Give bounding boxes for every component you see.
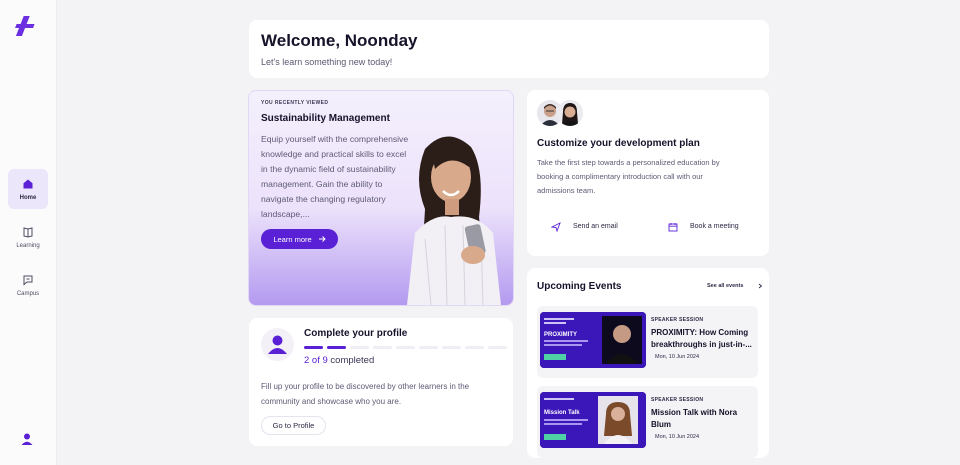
progress-segment [327, 346, 346, 349]
chat-icon [23, 275, 33, 286]
course-title: Sustainability Management [261, 113, 390, 124]
sidebar-item-label: Home [19, 194, 37, 201]
event-thumb-title: Mission Talk [544, 410, 580, 416]
see-all-events-link[interactable]: See all events [707, 283, 763, 289]
development-plan-title: Customize your development plan [537, 138, 700, 149]
event-thumbnail-art: Mission Talk [540, 392, 646, 448]
sidebar-item-home[interactable]: Home [8, 169, 48, 209]
book-icon [23, 226, 33, 238]
upcoming-events-title: Upcoming Events [537, 281, 622, 292]
sidebar: Home Learning Campus [0, 0, 57, 465]
profile-title: Complete your profile [304, 328, 408, 339]
event-thumbnail-art: PROXIMITY [540, 312, 646, 368]
welcome-subtitle: Let's learn something new today! [261, 57, 393, 67]
paper-plane-icon [551, 221, 561, 232]
home-icon [23, 179, 33, 188]
send-email-button[interactable]: Send an email [551, 215, 618, 238]
recently-viewed-card[interactable]: YOU RECENTLY VIEWED Sustainability Manag… [248, 90, 514, 306]
event-thumbnail: PROXIMITY [540, 312, 646, 368]
progress-segment [373, 346, 392, 349]
event-date: Mon, 10 Jun 2024 [655, 434, 700, 440]
complete-profile-card: Complete your profile 2 of 9 completed F… [249, 318, 513, 446]
progress-segment [396, 346, 415, 349]
user-profile-icon[interactable] [19, 431, 35, 447]
event-item[interactable]: Mission Talk SPEAKER SESSION Mission Tal… [537, 386, 758, 458]
progress-segment [442, 346, 461, 349]
profile-description: Fill up your profile to be discovered by… [261, 382, 470, 406]
calendar-icon [668, 222, 678, 231]
event-thumb-title: PROXIMITY [544, 332, 577, 338]
sidebar-item-label: Learning [16, 242, 40, 249]
advisor-avatar [557, 100, 583, 126]
progress-segment [488, 346, 507, 349]
development-plan-description: Take the first step towards a personaliz… [537, 158, 720, 195]
sidebar-item-learning[interactable]: Learning [8, 217, 48, 257]
welcome-card: Welcome, Noonday Let's learn something n… [249, 20, 769, 78]
arrow-right-icon [318, 236, 326, 242]
go-to-profile-button[interactable]: Go to Profile [261, 416, 326, 435]
event-title: Mission Talk with Nora Blum [651, 408, 738, 429]
progress-segment [304, 346, 323, 349]
book-meeting-button[interactable]: Book a meeting [668, 215, 739, 238]
send-email-label: Send an email [573, 223, 618, 230]
event-kicker: SPEAKER SESSION [651, 397, 704, 403]
sidebar-item-label: Campus [16, 290, 40, 297]
progress-segment [350, 346, 369, 349]
learn-more-button[interactable]: Learn more [261, 229, 338, 249]
development-plan-card: Customize your development plan Take the… [527, 90, 769, 256]
event-thumbnail: Mission Talk [540, 392, 646, 448]
upcoming-events-card: Upcoming Events See all events PROXIMITY… [527, 268, 769, 458]
event-title: PROXIMITY: How Coming breakthroughs in j… [651, 328, 752, 349]
event-item[interactable]: PROXIMITY SPEAKER SESSION PROXIMITY: How… [537, 306, 758, 378]
profile-progress-fraction: 2 of 9 [304, 355, 328, 366]
advisor-photo-female [557, 100, 583, 126]
logo-icon[interactable] [15, 14, 39, 38]
chevron-right-icon [759, 283, 763, 289]
avatar-placeholder-icon [261, 328, 294, 361]
profile-progress-bar [304, 346, 507, 349]
woman-with-phone-image [407, 136, 501, 305]
sidebar-item-campus[interactable]: Campus [8, 265, 48, 305]
progress-segment [419, 346, 438, 349]
profile-progress-suffix: completed [330, 355, 375, 366]
page-title: Welcome, Noonday [261, 31, 418, 50]
learn-more-label: Learn more [273, 234, 312, 244]
progress-segment [465, 346, 484, 349]
recently-viewed-eyebrow: YOU RECENTLY VIEWED [261, 100, 329, 106]
book-meeting-label: Book a meeting [690, 223, 739, 230]
profile-progress-count: 2 of 9 completed [304, 355, 374, 366]
see-all-events-label: See all events [707, 283, 744, 289]
event-kicker: SPEAKER SESSION [651, 317, 704, 323]
event-date: Mon, 10 Jun 2024 [655, 354, 700, 360]
